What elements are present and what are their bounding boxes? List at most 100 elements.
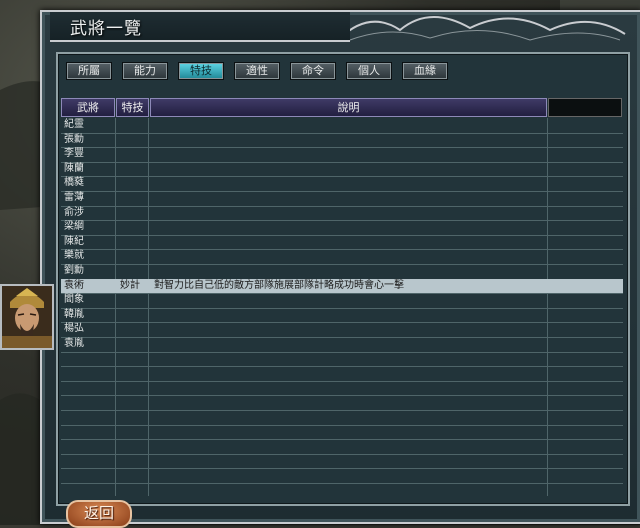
table-row[interactable]: 紀靈 — [61, 118, 623, 134]
general-name-cell — [64, 410, 112, 424]
skill-cell — [120, 366, 148, 380]
skill-cell — [120, 206, 148, 220]
general-name-cell — [64, 366, 112, 380]
table-row[interactable]: 橋蕤 — [61, 176, 623, 192]
column-header-skill[interactable]: 特技 — [116, 98, 149, 117]
description-cell — [154, 337, 544, 351]
description-cell — [154, 206, 544, 220]
general-name-cell: 閻象 — [64, 294, 84, 306]
description-cell — [154, 220, 544, 234]
table-row[interactable]: 楊弘 — [61, 322, 623, 338]
table-row[interactable]: 梁綱 — [61, 220, 623, 236]
description-cell — [154, 395, 544, 409]
table-row[interactable]: 袁胤 — [61, 337, 623, 353]
skill-cell — [120, 410, 148, 424]
table-row[interactable] — [61, 381, 623, 397]
general-name-cell — [64, 468, 112, 482]
skill-cell — [120, 133, 148, 147]
general-name-cell — [64, 425, 112, 439]
tab-affiliation[interactable]: 所屬 — [66, 62, 112, 80]
table-row[interactable]: 樂就 — [61, 249, 623, 265]
description-cell — [154, 439, 544, 453]
general-name-cell: 雷薄 — [64, 192, 84, 203]
description-cell — [154, 425, 544, 439]
skill-cell — [120, 337, 148, 351]
description-cell — [154, 308, 544, 322]
general-name-cell — [64, 381, 112, 395]
description-cell — [154, 410, 544, 424]
table-row[interactable]: 張勳 — [61, 133, 623, 149]
table-row[interactable] — [61, 352, 623, 368]
skill-cell — [120, 249, 148, 263]
table-row[interactable] — [61, 468, 623, 484]
column-header-general[interactable]: 武將 — [61, 98, 115, 117]
general-name-cell: 紀靈 — [64, 119, 84, 130]
general-name-cell: 劉勳 — [64, 265, 84, 276]
table-row[interactable]: 袁術 妙計 對智力比自己低的敵方部隊施展部隊計略成功時會心一擊 — [61, 278, 623, 295]
column-header-description[interactable]: 說明 — [150, 98, 547, 117]
skill-cell: 妙計 — [120, 279, 140, 291]
description-cell — [154, 366, 544, 380]
description-cell — [154, 147, 544, 161]
table-row[interactable] — [61, 425, 623, 441]
general-name-cell: 韓胤 — [64, 308, 84, 320]
skill-cell — [120, 308, 148, 322]
table-row[interactable] — [61, 395, 623, 411]
table-row[interactable] — [61, 366, 623, 382]
general-name-cell: 梁綱 — [64, 221, 84, 233]
tab-skill[interactable]: 特技 — [178, 62, 224, 80]
skill-cell — [120, 191, 148, 205]
skill-cell — [120, 439, 148, 453]
window-title: 武將一覽 — [70, 19, 142, 39]
general-name-cell: 陳紀 — [64, 235, 84, 247]
description-cell — [154, 264, 544, 278]
description-cell — [154, 249, 544, 263]
tab-ability[interactable]: 能力 — [122, 62, 168, 80]
table-row[interactable]: 閻象 — [61, 293, 623, 309]
table-row[interactable]: 陳紀 — [61, 235, 623, 251]
skill-cell — [120, 176, 148, 190]
general-table: 武將 特技 說明 紀靈張勳李豐 陳蘭 橋蕤雷薄俞涉梁綱陳紀樂就 劉勳袁術 妙計 對智力比自… — [61, 98, 623, 498]
general-name-cell — [64, 352, 112, 366]
table-row[interactable] — [61, 439, 623, 455]
description-cell — [154, 468, 544, 482]
cloud-decoration — [339, 16, 626, 41]
general-name-cell: 張勳 — [64, 133, 84, 145]
general-name-cell: 袁術 — [64, 279, 84, 291]
table-row[interactable] — [61, 410, 623, 426]
table-row[interactable]: 劉勳 — [61, 264, 623, 280]
table-row[interactable]: 李豐 — [61, 147, 623, 163]
description-cell — [154, 176, 544, 190]
description-cell — [154, 454, 544, 468]
back-button[interactable]: 返回 — [66, 500, 132, 528]
description-cell — [154, 191, 544, 205]
general-name-cell: 俞涉 — [64, 206, 84, 218]
skill-cell — [120, 352, 148, 366]
skill-cell — [120, 162, 148, 176]
general-name-cell — [64, 454, 112, 468]
table-row[interactable]: 陳蘭 — [61, 162, 623, 178]
table-row[interactable]: 雷薄 — [61, 191, 623, 207]
description-cell — [154, 162, 544, 176]
skill-cell — [120, 293, 148, 307]
general-name-cell — [64, 439, 112, 453]
general-name-cell: 橋蕤 — [64, 177, 84, 189]
description-cell: 對智力比自己低的敵方部隊施展部隊計略成功時會心一擊 — [154, 279, 404, 291]
table-row[interactable] — [61, 454, 623, 470]
tab-personal[interactable]: 個人 — [346, 62, 392, 80]
skill-cell — [120, 264, 148, 278]
tab-bloodline[interactable]: 血緣 — [402, 62, 448, 80]
description-cell — [154, 322, 544, 336]
description-cell — [154, 118, 544, 132]
skill-cell — [120, 395, 148, 409]
skill-cell — [120, 147, 148, 161]
general-name-cell: 楊弘 — [64, 323, 84, 335]
general-name-cell — [64, 395, 112, 409]
description-cell — [154, 352, 544, 366]
table-row[interactable]: 韓胤 — [61, 308, 623, 324]
table-row[interactable]: 俞涉 — [61, 206, 623, 222]
tab-aptitude[interactable]: 適性 — [234, 62, 280, 80]
tab-command[interactable]: 命令 — [290, 62, 336, 80]
skill-cell — [120, 381, 148, 395]
general-name-cell: 袁胤 — [64, 338, 84, 349]
